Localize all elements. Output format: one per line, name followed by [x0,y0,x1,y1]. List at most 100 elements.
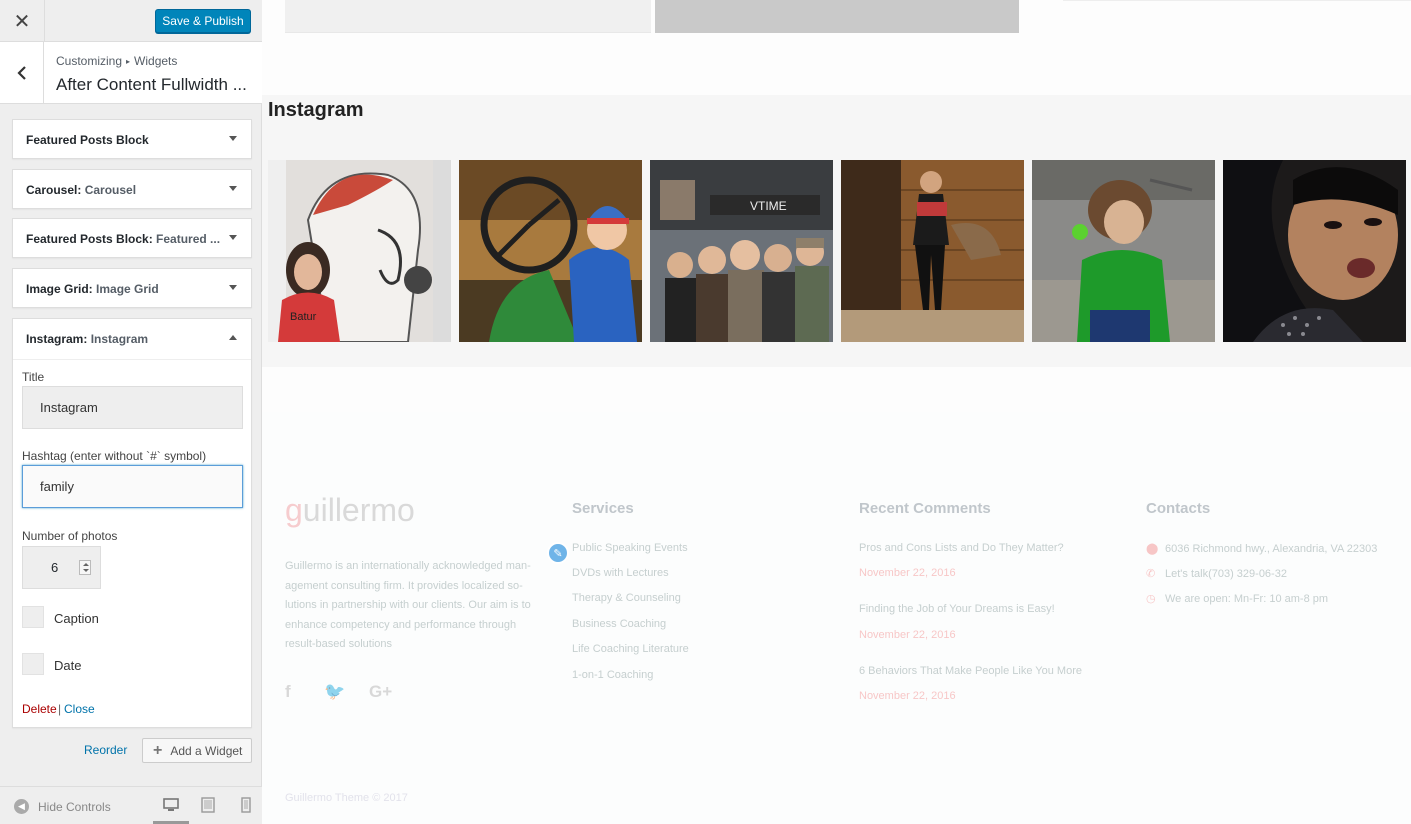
hashtag-label: Hashtag (enter without `#` symbol) [22,449,207,463]
facebook-icon[interactable]: f [285,682,291,702]
map-pin-icon: ⬤ [1146,543,1159,555]
copyright: Guillermo Theme © 2017 [285,792,408,804]
hide-controls-label: Hide Controls [38,799,111,814]
breadcrumb-separator-icon: ▸ [126,57,131,66]
caption-label: Caption [54,611,99,626]
about-line: enhance competency and performance throu… [285,618,517,631]
instagram-photo-image: Batur [268,160,451,342]
comment-link[interactable]: 6 Behaviors That Make People Like You Mo… [859,665,1082,677]
widget-instance: Featured ... [156,232,221,246]
recent-comments-heading: Recent Comments [859,500,991,517]
site-preview: Instagram Batur VTIME guillermo Guillerm… [262,0,1411,824]
instagram-photo[interactable]: Batur [268,160,451,342]
service-link[interactable]: Therapy & Counseling [572,592,681,604]
widget-featured-posts-block-2[interactable]: Featured Posts Block: Featured ... [12,218,252,258]
expand-arrow-icon[interactable] [229,285,237,290]
google-plus-icon[interactable]: G+ [369,682,392,702]
about-line: result-based solutions [285,638,393,650]
hide-controls-button[interactable]: ◀ Hide Controls [14,799,111,814]
contacts-heading: Contacts [1146,500,1211,517]
comment-date: November 22, 2016 [859,690,956,702]
number-of-photos-stepper[interactable]: 6 [22,546,101,589]
about-line: agement consulting firm. It provides loc… [285,579,523,592]
desktop-preview-icon[interactable] [163,797,179,813]
plus-icon: + [153,741,163,759]
contact-text: 6036 Richmond hwy., Alexandria, VA 22303 [1165,542,1378,555]
title-field[interactable]: Instagram [22,386,243,429]
instagram-photo[interactable] [1032,160,1215,342]
contact-address: ⬤ 6036 Richmond hwy., Alexandria, VA 2230… [1146,542,1378,556]
widget-type: Instagram: [26,332,88,346]
edit-shortcut-pencil-icon[interactable]: ✎ [547,542,569,564]
widget-featured-posts-block[interactable]: Featured Posts Block [12,119,252,159]
reorder-link[interactable]: Reorder [84,743,127,757]
hashtag-field[interactable]: family [22,465,243,508]
svg-text:VTIME: VTIME [750,199,787,213]
mobile-preview-icon[interactable] [238,797,254,813]
about-line: Guillermo is an internationally acknowle… [285,560,531,572]
breadcrumb: Customizing ▸ Widgets [56,54,177,68]
comment-link[interactable]: Pros and Cons Lists and Do They Matter? [859,542,1064,554]
link-separator: | [58,702,62,716]
instagram-photo-image [1032,160,1215,342]
svg-text:Batur: Batur [290,311,317,323]
spinner-arrows-icon[interactable] [79,560,91,575]
close-link[interactable]: Close [64,702,95,716]
instagram-photo[interactable] [841,160,1024,342]
widget-type: Featured Posts Block: [26,232,153,246]
widget-type: Featured Posts Block [26,133,149,147]
caption-checkbox[interactable] [22,606,44,628]
add-widget-button[interactable]: + Add a Widget [142,738,252,763]
instagram-photo[interactable]: VTIME [650,160,833,342]
widget-type: Image Grid: [26,282,93,296]
instagram-photo-image [459,160,642,342]
logo-first-letter: g [285,492,303,528]
services-heading: Services [572,500,634,517]
widget-carousel[interactable]: Carousel: Carousel [12,169,252,209]
date-checkbox[interactable] [22,653,44,675]
number-of-photos-value: 6 [51,560,59,575]
contact-text: Let's talk(703) 329-06-32 [1165,567,1287,580]
delete-link[interactable]: Delete [22,702,57,716]
service-link[interactable]: Life Coaching Literature [572,643,689,655]
collapse-arrow-icon[interactable] [229,335,237,340]
service-link[interactable]: DVDs with Lectures [572,567,669,579]
chevron-left-icon [16,66,26,80]
clock-icon: ◷ [1146,593,1156,605]
save-publish-button[interactable]: Save & Publish [155,9,251,33]
section-title: After Content Fullwidth ... [56,75,247,94]
about-line: lutions in partnership with our clients.… [285,599,531,611]
arrow-left-circle-icon: ◀ [14,799,29,814]
twitter-icon[interactable]: 🐦 [324,682,345,702]
close-customizer-button[interactable]: ✕ [0,0,45,42]
expand-arrow-icon[interactable] [229,235,237,240]
back-button[interactable] [0,42,44,104]
instagram-photo[interactable] [459,160,642,342]
comment-date: November 22, 2016 [859,629,956,641]
contact-text: We are open: Mn-Fr: 10 am-8 pm [1165,592,1329,605]
instagram-photo[interactable] [1223,160,1406,342]
expand-arrow-icon[interactable] [229,186,237,191]
title-label: Title [22,370,45,384]
comment-date: November 22, 2016 [859,567,956,579]
number-of-photos-label: Number of photos [22,529,118,543]
widget-instagram-header[interactable]: Instagram: Instagram [13,319,251,359]
site-footer: guillermo Guillermo is an internationall… [262,412,1411,824]
comment-link[interactable]: Finding the Job of Your Dreams is Easy! [859,603,1055,615]
service-link[interactable]: Business Coaching [572,618,666,630]
instagram-section: Instagram Batur VTIME [262,95,1411,367]
service-link[interactable]: Public Speaking Events [572,542,688,554]
add-widget-label: Add a Widget [170,743,243,758]
instagram-photo-image [1223,160,1406,342]
instagram-photo-image: VTIME [650,160,833,342]
expand-arrow-icon[interactable] [229,136,237,141]
service-link[interactable]: 1-on-1 Coaching [572,669,653,681]
contact-hours: ◷ We are open: Mn-Fr: 10 am-8 pm [1146,592,1329,606]
instagram-title: Instagram [268,99,364,121]
widget-instagram-form: Title Instagram Hashtag (enter without `… [13,359,251,727]
widget-image-grid[interactable]: Image Grid: Image Grid [12,268,252,308]
tablet-preview-icon[interactable] [200,797,216,813]
contact-phone: ✆ Let's talk(703) 329-06-32 [1146,567,1287,581]
widget-instance: Carousel [84,183,137,197]
breadcrumb-root: Customizing [56,54,123,68]
